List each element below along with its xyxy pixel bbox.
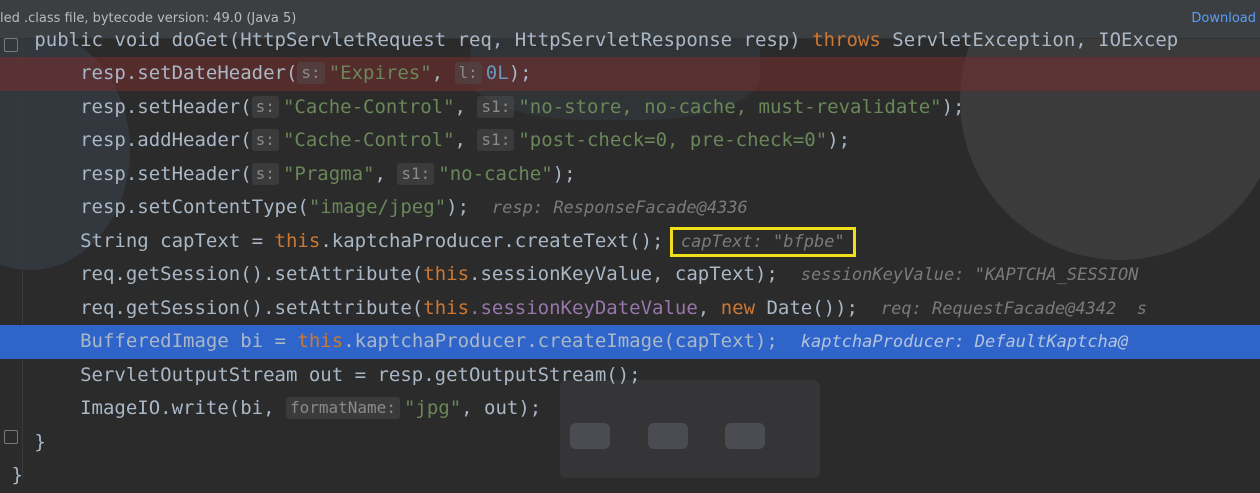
- param-hint: s:: [251, 129, 279, 151]
- code-line-current-execution[interactable]: BufferedImage bi = this.kaptchaProducer.…: [0, 325, 1260, 359]
- code-line[interactable]: resp.setHeader(s: "Pragma", s1: "no-cache"…: [0, 158, 1260, 192]
- inline-debug-value: req: RequestFacade@4342 s: [880, 298, 1147, 319]
- code-line-method-signature: public void doGet(HttpServletRequest req…: [0, 29, 1179, 51]
- code-line-closing-brace[interactable]: }: [0, 459, 1260, 493]
- code-line[interactable]: resp.setContentType("image/jpeg"); resp:…: [0, 191, 1260, 225]
- inline-debug-value-captext: capText: "bfpbe": [669, 226, 856, 257]
- param-hint: l:: [454, 62, 482, 84]
- code-line-breakpoint[interactable]: resp.setDateHeader(s: "Expires", l: 0L);: [0, 57, 1260, 91]
- code-line[interactable]: ImageIO.write(bi, formatName: "jpg", out)…: [0, 392, 1260, 426]
- param-hint: s1:: [397, 162, 435, 185]
- param-hint: s1:: [477, 95, 515, 118]
- param-hint: s:: [251, 95, 279, 118]
- inline-debug-value: kaptchaProducer: DefaultKaptcha@: [800, 332, 1129, 352]
- param-hint: s1:: [477, 129, 515, 151]
- inline-debug-value: sessionKeyValue: "KAPTCHA_SESSION: [800, 265, 1139, 285]
- code-line[interactable]: String capText = this.kaptchaProducer.cr…: [0, 225, 1260, 259]
- code-line[interactable]: resp.addHeader(s: "Cache-Control", s1: "po…: [0, 124, 1260, 158]
- inline-debug-value: resp: ResponseFacade@4336: [491, 198, 748, 218]
- param-hint: s:: [251, 162, 279, 185]
- code-line-closing-brace[interactable]: }: [0, 426, 1260, 460]
- code-line[interactable]: req.getSession().setAttribute(this.sessi…: [0, 258, 1260, 292]
- code-line[interactable]: ServletOutputStream out = resp.getOutput…: [0, 359, 1260, 393]
- param-hint: s:: [297, 62, 325, 84]
- code-editor[interactable]: public void doGet(HttpServletRequest req…: [0, 29, 1260, 486]
- code-line[interactable]: req.getSession().setAttribute(this.sessi…: [0, 292, 1260, 326]
- code-line[interactable]: resp.setHeader(s: "Cache-Control", s1: "no…: [0, 91, 1260, 125]
- param-hint: formatName:: [285, 397, 400, 419]
